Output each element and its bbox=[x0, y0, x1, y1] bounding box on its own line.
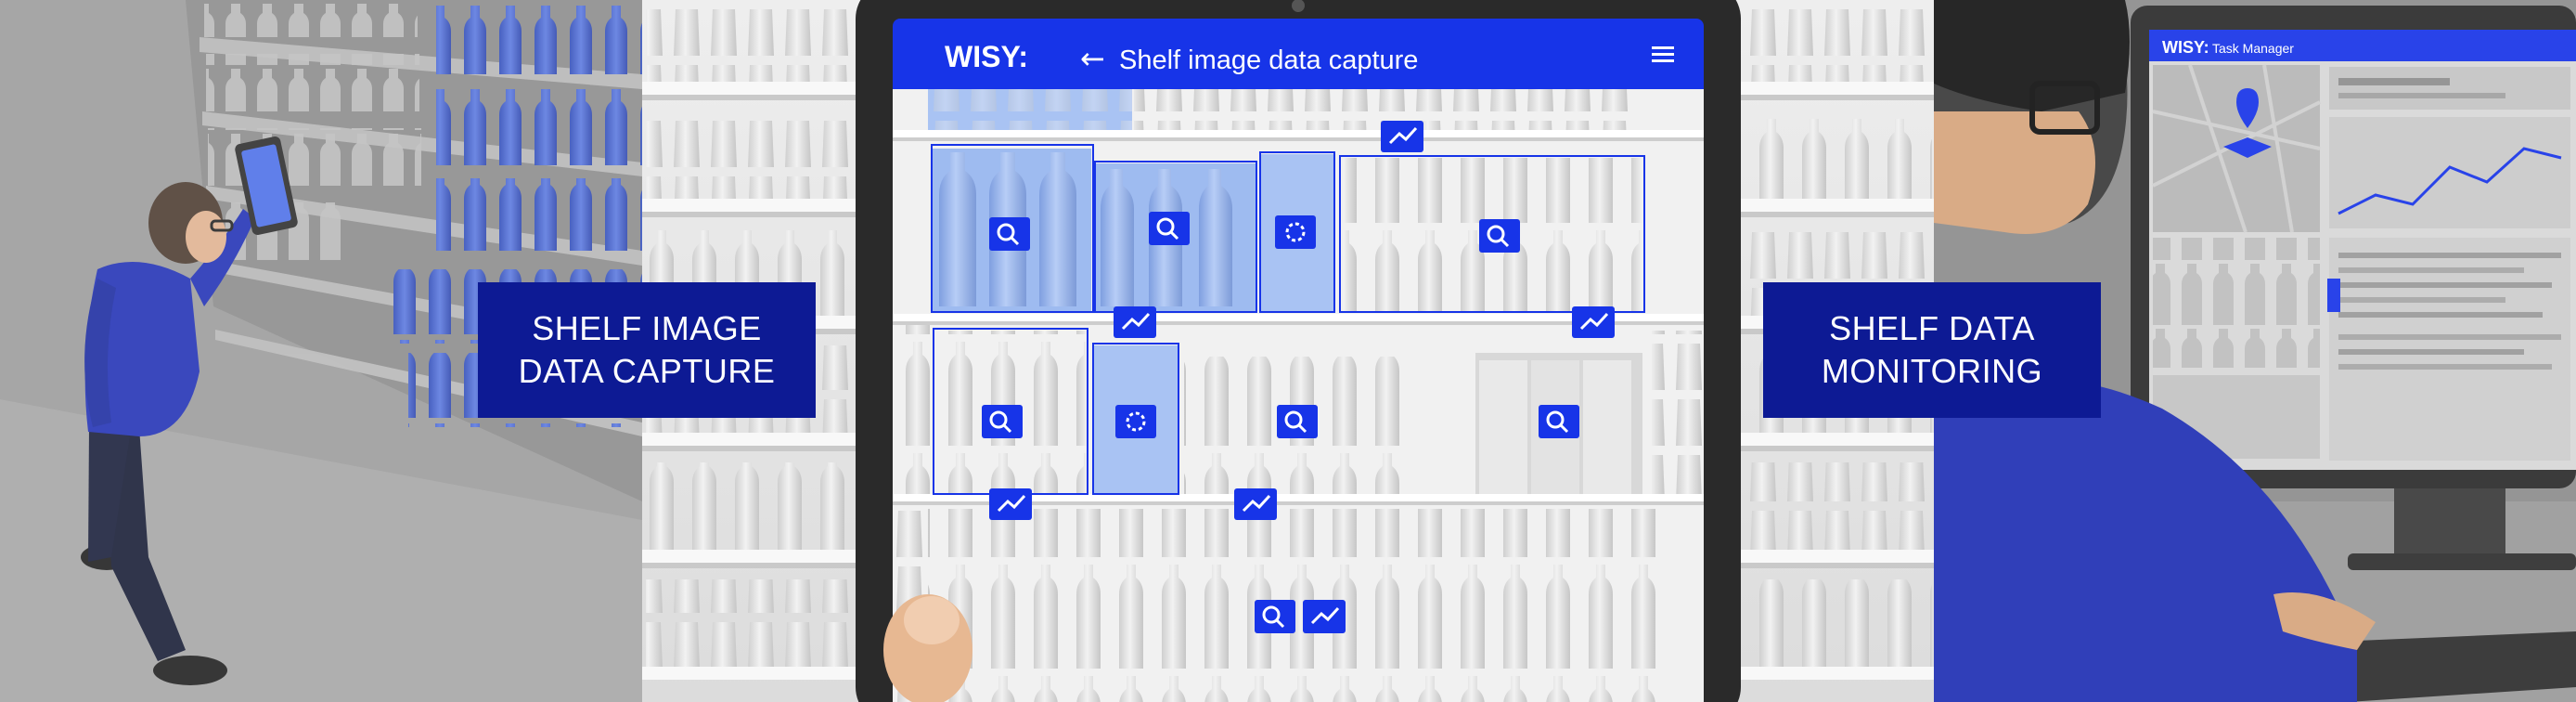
hamburger-menu-icon bbox=[1652, 46, 1674, 62]
scene: WISY: ← Shelf image data capture WISY: T… bbox=[0, 0, 2576, 702]
back-arrow-icon: ← bbox=[1080, 41, 1105, 76]
label-line-1: SHELF IMAGE bbox=[532, 309, 762, 347]
tablet-device bbox=[856, 0, 1741, 702]
label-line-2: DATA CAPTURE bbox=[518, 352, 776, 390]
search-icon bbox=[1479, 219, 1520, 253]
search-icon bbox=[982, 405, 1023, 438]
processing-icon bbox=[1275, 215, 1316, 249]
label-line-1: SHELF DATA bbox=[1829, 309, 2035, 347]
chart-icon bbox=[1234, 488, 1277, 520]
chart-icon bbox=[1381, 121, 1423, 152]
chart-icon bbox=[1572, 306, 1615, 338]
search-icon bbox=[1277, 405, 1318, 438]
search-icon bbox=[1539, 405, 1579, 438]
search-icon bbox=[1149, 212, 1190, 245]
tablet-app-header: WISY: ← Shelf image data capture bbox=[893, 19, 1704, 89]
search-icon bbox=[1255, 600, 1295, 633]
shelf-data-monitoring-label: SHELF DATA MONITORING bbox=[1763, 282, 2101, 418]
tablet-title: Shelf image data capture bbox=[1119, 46, 1418, 75]
chart-icon bbox=[1303, 600, 1346, 633]
search-icon bbox=[989, 217, 1030, 251]
tablet-brand: WISY: bbox=[945, 40, 1028, 73]
label-line-2: MONITORING bbox=[1821, 352, 2043, 390]
chart-icon bbox=[1114, 306, 1156, 338]
shelf-image-capture-label: SHELF IMAGE DATA CAPTURE bbox=[478, 282, 816, 418]
processing-icon bbox=[1115, 405, 1156, 438]
chart-icon bbox=[989, 488, 1032, 520]
scene-illustration: WISY: ← Shelf image data capture WISY: T… bbox=[0, 0, 2576, 702]
